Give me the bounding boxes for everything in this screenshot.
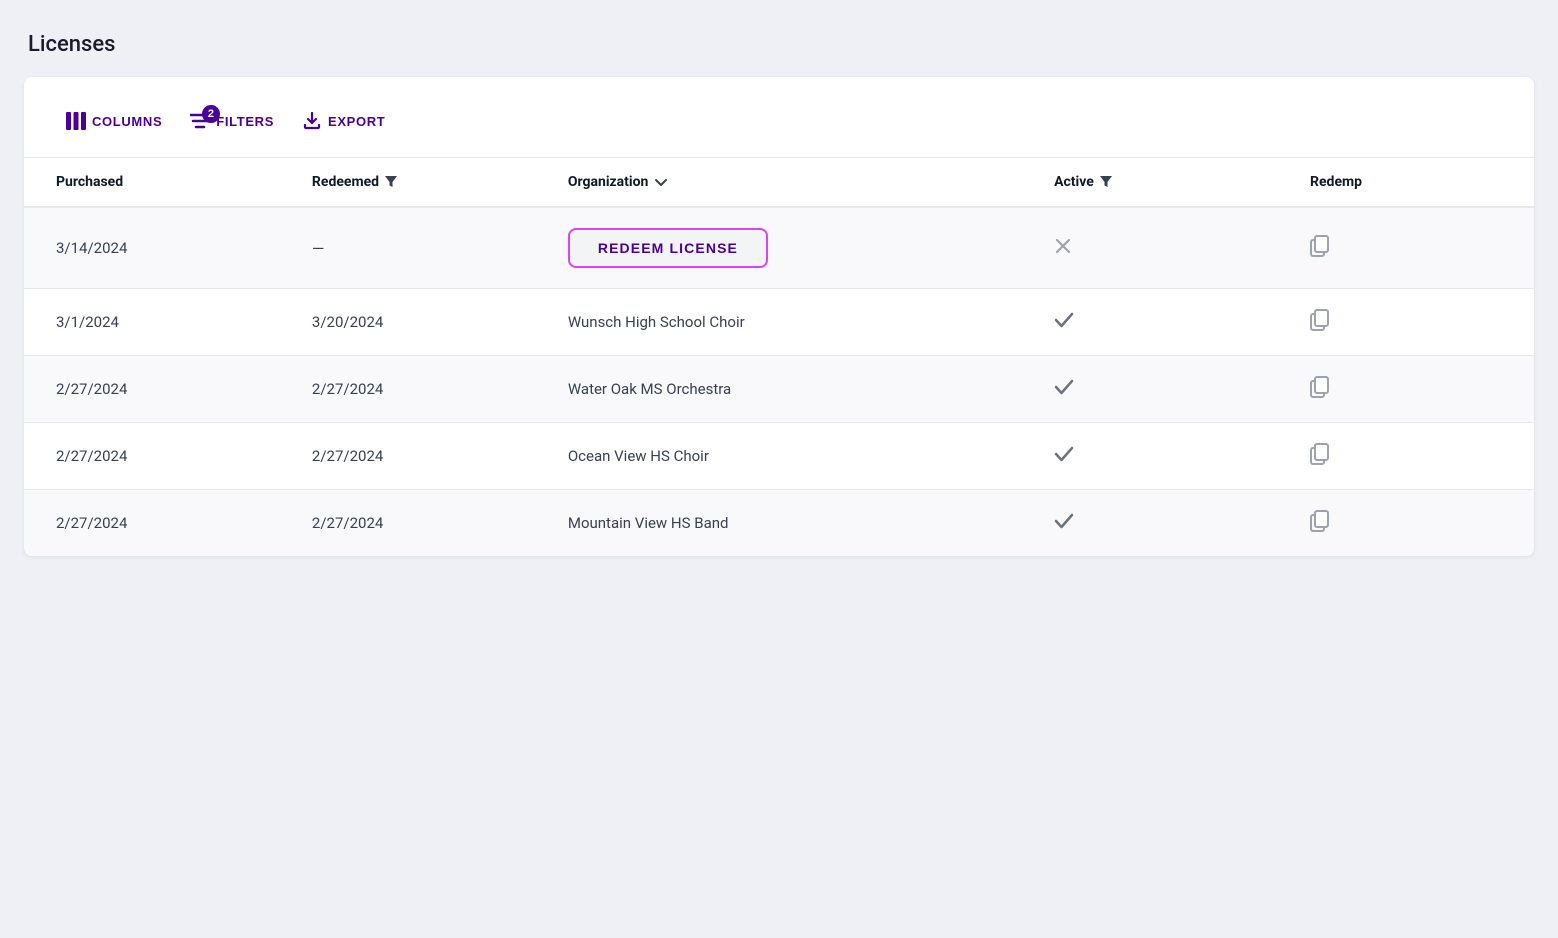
cell-redeemed: 2/27/2024 (280, 423, 536, 490)
licenses-table: Purchased Redeemed (24, 158, 1534, 556)
page-title: Licenses (24, 32, 1534, 57)
cell-organization: Ocean View HS Choir (536, 423, 1022, 490)
cell-active (1022, 423, 1278, 490)
table-header-row: Purchased Redeemed (24, 158, 1534, 207)
columns-icon (66, 112, 86, 130)
col-header-organization[interactable]: Organization (536, 158, 1022, 207)
cell-redemp (1278, 423, 1534, 490)
export-label: EXPORT (328, 114, 385, 129)
table-row: 3/1/2024 3/20/2024 Wunsch High School Ch… (24, 289, 1534, 356)
cell-active (1022, 356, 1278, 423)
export-button[interactable]: EXPORT (292, 105, 395, 137)
cell-purchased: 2/27/2024 (24, 490, 280, 557)
columns-button[interactable]: COLUMNS (56, 106, 172, 136)
cell-redemp (1278, 289, 1534, 356)
cell-redeemed: — (280, 207, 536, 289)
cell-purchased: 2/27/2024 (24, 423, 280, 490)
cell-redemp (1278, 356, 1534, 423)
cell-organization: REDEEM LICENSE (536, 207, 1022, 289)
cell-redemp (1278, 207, 1534, 289)
filters-button[interactable]: 2 FILTERS (180, 107, 284, 135)
col-header-active[interactable]: Active (1022, 158, 1278, 207)
organization-sort-icon (654, 175, 668, 189)
redeemed-filter-icon (385, 175, 397, 189)
cell-active (1022, 289, 1278, 356)
active-check-icon (1054, 312, 1074, 333)
copy-icon (1310, 510, 1330, 532)
licenses-card: COLUMNS 2 FILTERS (24, 77, 1534, 556)
col-header-redeemed[interactable]: Redeemed (280, 158, 536, 207)
redeemed-dash: — (312, 239, 325, 258)
cell-purchased: 2/27/2024 (24, 356, 280, 423)
redeem-license-button[interactable]: REDEEM LICENSE (568, 228, 768, 268)
cell-active (1022, 207, 1278, 289)
table-row: 2/27/2024 2/27/2024 Water Oak MS Orchest… (24, 356, 1534, 423)
copy-icon (1310, 309, 1330, 331)
export-icon (302, 111, 322, 131)
toolbar: COLUMNS 2 FILTERS (24, 77, 1534, 158)
active-filter-icon (1100, 175, 1112, 189)
active-check-icon (1054, 446, 1074, 467)
active-x-icon (1054, 239, 1072, 260)
cell-organization: Wunsch High School Choir (536, 289, 1022, 356)
copy-icon (1310, 443, 1330, 465)
active-check-icon (1054, 513, 1074, 534)
copy-icon (1310, 235, 1330, 257)
cell-purchased: 3/14/2024 (24, 207, 280, 289)
cell-redemp (1278, 490, 1534, 557)
filters-label: FILTERS (216, 114, 274, 129)
cell-purchased: 3/1/2024 (24, 289, 280, 356)
cell-active (1022, 490, 1278, 557)
cell-redeemed: 2/27/2024 (280, 490, 536, 557)
cell-organization: Water Oak MS Orchestra (536, 356, 1022, 423)
col-header-redemp: Redemp (1278, 158, 1534, 207)
cell-redeemed: 2/27/2024 (280, 356, 536, 423)
table-row: 2/27/2024 2/27/2024 Mountain View HS Ban… (24, 490, 1534, 557)
cell-redeemed: 3/20/2024 (280, 289, 536, 356)
columns-label: COLUMNS (92, 114, 162, 129)
table-row: 3/14/2024 — REDEEM LICENSE (24, 207, 1534, 289)
copy-icon (1310, 376, 1330, 398)
active-check-icon (1054, 379, 1074, 400)
table-row: 2/27/2024 2/27/2024 Ocean View HS Choir (24, 423, 1534, 490)
cell-organization: Mountain View HS Band (536, 490, 1022, 557)
filters-icon-wrapper: 2 (190, 113, 210, 129)
col-header-purchased: Purchased (24, 158, 280, 207)
